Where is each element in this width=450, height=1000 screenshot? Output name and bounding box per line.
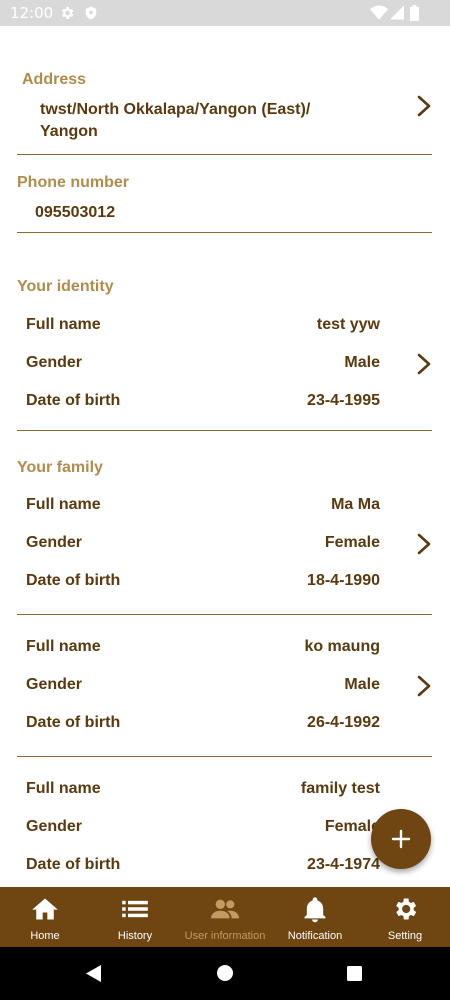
- full-name-label: Full name: [26, 316, 101, 333]
- status-bar: 12:00: [0, 0, 450, 26]
- address-title: Address: [22, 71, 87, 88]
- gender-value: Female: [324, 534, 380, 551]
- full-name-label: Full name: [26, 496, 101, 513]
- bell-icon: [304, 897, 326, 923]
- family-title: Your family: [17, 459, 103, 476]
- nav-item-home[interactable]: Home: [0, 887, 90, 947]
- user-information-content[interactable]: Address twst/North Okkalapa/Yangon (East…: [0, 26, 450, 887]
- home-icon: [32, 898, 58, 920]
- nav-item-user-information[interactable]: User information: [180, 887, 270, 947]
- nav-item-setting[interactable]: Setting: [360, 887, 450, 947]
- chevron-right-icon[interactable]: [414, 352, 434, 376]
- divider: [17, 430, 432, 431]
- chevron-right-icon[interactable]: [414, 94, 434, 118]
- full-name-label: Full name: [26, 638, 101, 655]
- identity-title: Your identity: [17, 278, 114, 295]
- nav-label-notification: Notification: [287, 930, 343, 942]
- divider: [17, 232, 432, 233]
- shield-icon: [85, 6, 97, 20]
- nav-label-user-information: User information: [184, 930, 266, 942]
- nav-item-notification[interactable]: Notification: [270, 887, 360, 947]
- home-circle-icon[interactable]: [217, 965, 233, 981]
- dob-value: 23-4-1974: [307, 856, 380, 873]
- full-name-value: test yyw: [316, 316, 380, 333]
- address-line2: Yangon: [40, 123, 98, 140]
- plus-icon: [391, 829, 411, 849]
- phone-title: Phone number: [17, 174, 130, 191]
- add-family-member-button[interactable]: [371, 809, 431, 869]
- dob-label: Date of birth: [26, 714, 121, 731]
- back-icon[interactable]: [86, 965, 102, 982]
- gender-value: Male: [344, 354, 380, 371]
- battery-icon: [410, 5, 419, 21]
- list-icon: [122, 900, 148, 918]
- divider: [17, 756, 432, 757]
- divider: [17, 154, 432, 155]
- dob-label: Date of birth: [26, 392, 121, 409]
- nav-label-home: Home: [30, 930, 60, 942]
- system-navigation-bar: [0, 947, 450, 1000]
- dob-label: Date of birth: [26, 856, 121, 873]
- nav-label-setting: Setting: [387, 930, 423, 942]
- chevron-right-icon[interactable]: [414, 532, 434, 556]
- wifi-icon: [370, 5, 388, 20]
- gender-label: Gender: [26, 534, 83, 551]
- dob-value: 18-4-1990: [307, 572, 380, 589]
- full-name-value: family test: [300, 780, 380, 797]
- dob-value: 26-4-1992: [307, 714, 380, 731]
- recents-icon[interactable]: [347, 966, 362, 981]
- gear-icon: [61, 7, 74, 19]
- full-name-label: Full name: [26, 780, 101, 797]
- nav-item-history[interactable]: History: [90, 887, 180, 947]
- full-name-value: ko maung: [304, 638, 380, 655]
- dob-label: Date of birth: [26, 572, 121, 589]
- gender-value: Male: [344, 676, 380, 693]
- phone-value: 095503012: [35, 204, 116, 221]
- gear-icon: [396, 898, 417, 920]
- chevron-right-icon[interactable]: [414, 674, 434, 698]
- status-time: 12:00: [10, 4, 54, 22]
- people-icon: [211, 899, 239, 919]
- dob-value: 23-4-1995: [307, 392, 380, 409]
- gender-label: Gender: [26, 676, 83, 693]
- gender-label: Gender: [26, 818, 83, 835]
- signal-icon: [390, 5, 404, 20]
- nav-label-history: History: [117, 930, 153, 942]
- bottom-navigation: Home History User information Notificati…: [0, 887, 450, 947]
- full-name-value: Ma Ma: [331, 496, 380, 513]
- divider: [17, 614, 432, 615]
- gender-label: Gender: [26, 354, 83, 371]
- address-line1: twst/North Okkalapa/Yangon (East)/: [40, 101, 311, 118]
